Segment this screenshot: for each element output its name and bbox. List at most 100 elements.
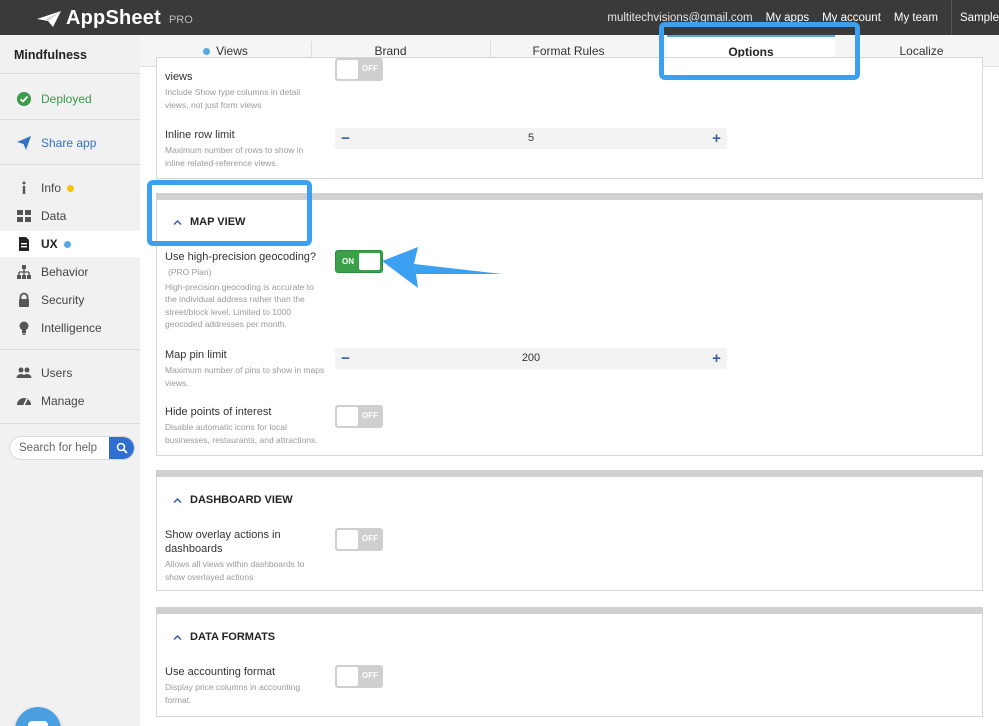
sidebar-item-label: Intelligence [41,321,102,335]
show-columns-toggle[interactable]: OFF [335,58,383,81]
accounting-format-toggle[interactable]: OFF [335,665,383,688]
chat-icon [28,721,48,726]
card-top-border [156,607,983,614]
brand-name: AppSheet [66,7,161,29]
bulb-icon [19,321,29,335]
help-search-input[interactable] [10,442,110,454]
toggle-state: OFF [362,671,378,680]
sidebar-item-ux[interactable]: UX [0,231,140,257]
setting-description: High-precision geocoding is accurate to … [165,281,314,330]
notification-dot [203,47,211,55]
help-search-button[interactable] [109,437,134,459]
tab-label: Localize [899,44,944,58]
sidebar-item-info[interactable]: Info [0,175,140,201]
dashboard-view-header[interactable]: DASHBOARD VIEW [173,494,293,506]
setting-label: Map pin limit [165,349,227,361]
stepper-value: 5 [527,132,535,144]
stepper-value: 200 [521,352,541,364]
tab-label: Format Rules [532,44,605,58]
tab-label: Brand [374,44,407,58]
check-circle-icon [17,92,31,106]
data-formats-card: DATA FORMATS Use accounting format Displ… [156,607,983,717]
search-icon [116,442,128,454]
appsheet-logo[interactable]: AppSheet PRO [36,8,193,28]
setting-label: Use accounting format [165,666,276,678]
pointer-arrow-icon [382,247,502,288]
setting-label: Use high-precision geocoding? [165,251,317,263]
map-pin-limit-stepper[interactable]: − 200 + [335,348,727,369]
decrement-button[interactable]: − [335,128,356,149]
grid-icon [17,210,31,222]
sidebar-divider [0,119,140,120]
section-title: DATA FORMATS [190,631,276,643]
sidebar-item-users[interactable]: Users [0,360,140,386]
points-of-interest-toggle[interactable]: OFF [335,405,383,428]
options-tab-highlight [659,22,860,80]
setting-description: Allows all views within dashboards to sh… [165,559,305,582]
sidebar-divider [0,349,140,350]
lock-icon [19,292,29,307]
setting-row: Map pin limit Maximum number of pins to … [165,348,325,389]
setting-row: Show overlay actions in dashboards Allow… [165,528,315,583]
toggle-knob [359,253,380,270]
geocoding-toggle[interactable]: ON [335,250,383,273]
nav-sample[interactable]: Sample [960,12,999,24]
sidebar-item-share[interactable]: Share app [0,130,140,156]
notification-dot [63,240,71,248]
document-icon [19,237,29,251]
increment-button[interactable]: + [706,128,727,149]
dashboard-view-card: DASHBOARD VIEW Show overlay actions in d… [156,470,983,591]
sidebar-item-intelligence[interactable]: Intelligence [0,315,140,341]
plan-badge: PRO [168,14,193,26]
toggle-knob [337,667,358,686]
sidebar-item-security[interactable]: Security [0,287,140,313]
sidebar-item-label: Behavior [41,265,89,279]
send-icon [17,136,31,150]
chat-launcher-button[interactable] [15,707,61,726]
section-title: DASHBOARD VIEW [190,494,293,506]
sidebar-divider [0,73,140,74]
sidebar-item-deployed[interactable]: Deployed [0,86,140,112]
toggle-state: OFF [362,64,378,73]
setting-row: Use accounting format Display price colu… [165,665,315,706]
setting-label: Hide points of interest [165,406,272,418]
nav-my-team[interactable]: My team [894,12,938,24]
setting-row: views Include Show type columns in detai… [165,70,325,111]
data-formats-header[interactable]: DATA FORMATS [173,631,275,643]
setting-description: Include Show type columns in detail view… [165,87,301,110]
tab-label: Views [216,44,248,58]
setting-row: Use high-precision geocoding? (PRO Plan)… [165,250,325,331]
notification-dot [67,184,75,192]
setting-label: Show overlay actions in dashboards [165,529,281,555]
sidebar-item-data[interactable]: Data [0,203,140,229]
inline-row-limit-stepper[interactable]: − 5 + [335,128,727,149]
map-view-highlight [147,180,312,246]
sidebar-item-label: Data [41,209,67,223]
sidebar-divider [0,164,140,165]
toggle-state: OFF [362,411,378,420]
card-top-border [156,470,983,477]
setting-row: Hide points of interest Disable automati… [165,405,325,446]
setting-description: Maximum number of pins to show in maps v… [165,365,325,388]
sidebar: Mindfulness Deployed Share app Info Data… [0,35,140,726]
decrement-button[interactable]: − [335,348,356,369]
sidebar-item-manage[interactable]: Manage [0,388,140,414]
app-name: Mindfulness [14,48,87,62]
setting-row: Inline row limit Maximum number of rows … [165,128,325,169]
toggle-knob [337,60,358,79]
help-search-box [9,436,135,460]
chevron-up-icon [173,634,182,640]
overlay-actions-toggle[interactable]: OFF [335,528,383,551]
dashboard-gauge-icon [17,398,31,406]
increment-button[interactable]: + [706,348,727,369]
sidebar-item-label: Security [41,293,85,307]
sidebar-item-label: Users [41,366,73,380]
sidebar-item-label: Share app [41,136,97,150]
sidebar-item-behavior[interactable]: Behavior [0,259,140,285]
hierarchy-icon [17,265,31,279]
users-icon [16,367,32,378]
toggle-state: ON [342,257,354,266]
toggle-state: OFF [362,534,378,543]
options-content: views Include Show type columns in detai… [140,57,999,726]
sidebar-item-label: UX [41,237,58,251]
